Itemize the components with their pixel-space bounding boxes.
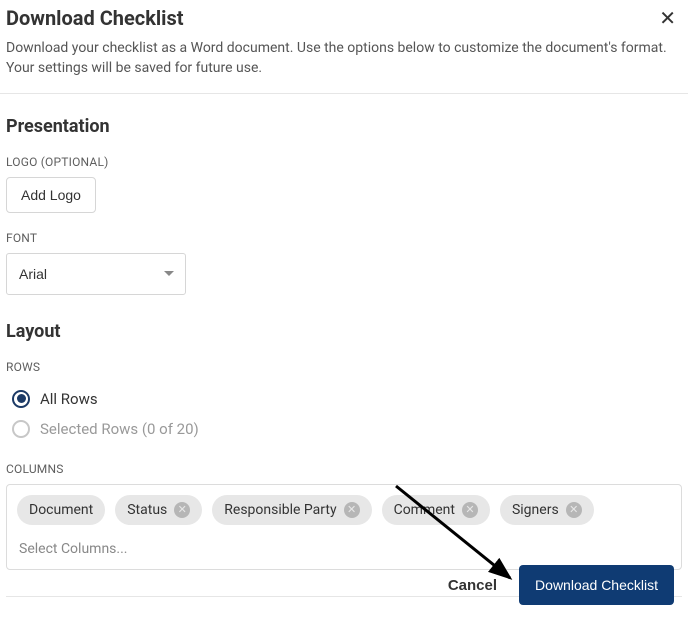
column-chip-label: Document [29,502,93,518]
column-chip-label: Responsible Party [224,502,336,518]
close-icon[interactable]: ✕ [653,6,682,30]
column-chip-label: Status [127,502,167,518]
column-chip[interactable]: Signers ✕ [500,495,594,525]
columns-label: COLUMNS [6,462,682,476]
chip-remove-icon[interactable]: ✕ [462,502,478,518]
dialog-description: Download your checklist as a Word docume… [6,38,682,79]
logo-label: LOGO (OPTIONAL) [6,155,682,169]
font-label: FONT [6,231,682,245]
radio-selected-rows[interactable]: Selected Rows (0 of 20) [12,414,682,444]
column-chip-label: Signers [512,502,559,518]
font-select[interactable]: Arial [6,253,186,295]
column-chip[interactable]: Comment ✕ [382,495,490,525]
radio-all-rows[interactable]: All Rows [12,384,682,414]
chip-remove-icon[interactable]: ✕ [566,502,582,518]
column-chip-label: Comment [394,502,455,518]
chip-remove-icon[interactable]: ✕ [344,502,360,518]
columns-select[interactable]: DocumentStatus✕Responsible Party✕Comment… [6,484,682,570]
column-chip[interactable]: Document [17,495,105,525]
columns-placeholder: Select Columns... [17,541,671,557]
layout-heading: Layout [6,321,682,342]
download-checklist-button[interactable]: Download Checklist [519,565,674,605]
radio-label-selected: Selected Rows (0 of 20) [40,420,199,438]
presentation-heading: Presentation [6,116,682,137]
add-logo-button[interactable]: Add Logo [6,177,96,213]
radio-icon-unselected [12,420,30,438]
radio-icon-selected [12,390,30,408]
chip-remove-icon[interactable]: ✕ [174,502,190,518]
cancel-button[interactable]: Cancel [444,567,501,604]
rows-label: ROWS [6,360,682,374]
divider [0,93,688,94]
radio-label-all: All Rows [40,390,98,408]
column-chip[interactable]: Status ✕ [115,495,202,525]
column-chip[interactable]: Responsible Party ✕ [212,495,371,525]
dialog-title: Download Checklist [6,6,184,30]
